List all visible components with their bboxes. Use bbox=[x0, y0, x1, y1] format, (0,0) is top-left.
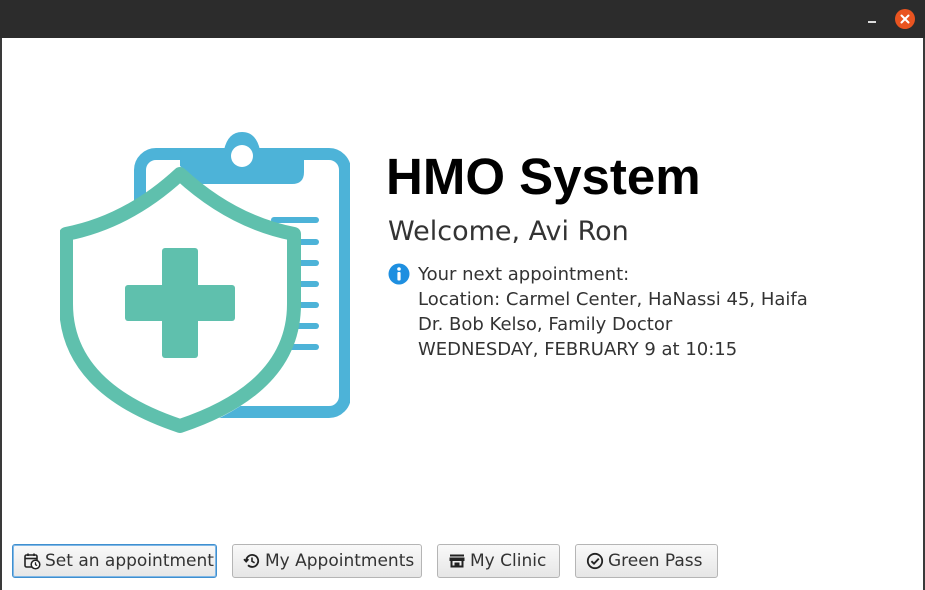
main-window: HMO System Welcome, Avi Ron Your next ap… bbox=[0, 0, 925, 590]
app-title: HMO System bbox=[386, 148, 701, 205]
green-pass-button[interactable]: Green Pass bbox=[575, 544, 718, 578]
welcome-message: Welcome, Avi Ron bbox=[388, 216, 629, 247]
appointment-location: Location: Carmel Center, HaNassi 45, Hai… bbox=[418, 289, 808, 310]
info-icon bbox=[388, 263, 410, 285]
next-appointment-details: Your next appointment: Location: Carmel … bbox=[418, 262, 808, 362]
history-icon bbox=[243, 554, 260, 568]
window-border-left bbox=[0, 38, 2, 590]
title-bar bbox=[0, 0, 925, 38]
my-appointments-button[interactable]: My Appointments bbox=[232, 544, 422, 578]
appointment-datetime: WEDNESDAY, FEBRUARY 9 at 10:15 bbox=[418, 339, 738, 360]
clipboard-clip-hole bbox=[231, 145, 253, 167]
set-appointment-button[interactable]: Set an appointment bbox=[12, 544, 217, 578]
green-pass-label: Green Pass bbox=[608, 551, 703, 571]
my-appointments-label: My Appointments bbox=[265, 551, 415, 571]
cross-horizontal bbox=[125, 285, 235, 321]
minimize-button[interactable] bbox=[866, 12, 878, 26]
calendar-clock-icon bbox=[24, 553, 41, 570]
close-icon bbox=[900, 14, 910, 24]
appointment-heading: Your next appointment: bbox=[418, 264, 630, 285]
set-appointment-label: Set an appointment bbox=[45, 551, 214, 571]
check-circle-icon bbox=[586, 552, 604, 570]
appointment-doctor: Dr. Bob Kelso, Family Doctor bbox=[418, 314, 673, 335]
my-clinic-button[interactable]: My Clinic bbox=[437, 544, 560, 578]
store-icon bbox=[449, 554, 465, 568]
shield-cross-clipboard-icon bbox=[60, 132, 350, 434]
my-clinic-label: My Clinic bbox=[470, 551, 547, 571]
close-button[interactable] bbox=[895, 9, 915, 29]
